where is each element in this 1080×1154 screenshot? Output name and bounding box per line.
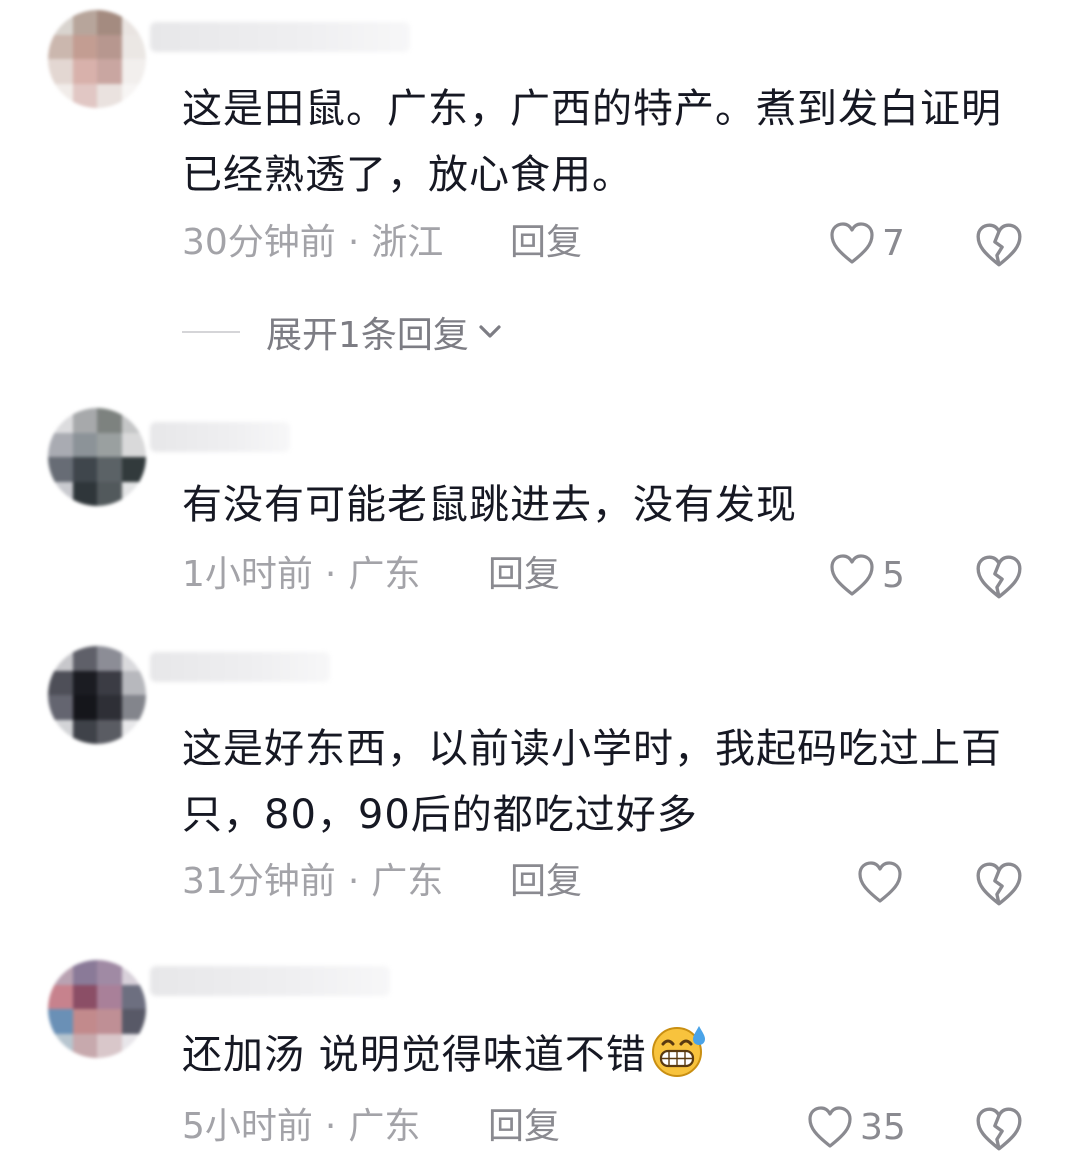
avatar[interactable] <box>48 960 146 1058</box>
meta-separator: · <box>324 554 337 595</box>
username-blurred[interactable] <box>150 966 390 996</box>
like-button[interactable]: 35 <box>806 1102 906 1152</box>
broken-heart-icon[interactable] <box>974 859 1024 909</box>
reply-button[interactable]: 回复 <box>510 218 582 268</box>
meta-separator: · <box>347 222 360 263</box>
comment-text: 有没有可能老鼠跳进去，没有发现 <box>182 482 797 528</box>
avatar[interactable] <box>48 10 146 108</box>
reply-button[interactable]: 回复 <box>510 857 582 907</box>
comment-location: 广东 <box>348 1106 421 1147</box>
comment-meta: 30分钟前 · 浙江 <box>182 218 443 268</box>
chevron-down-icon <box>479 325 501 338</box>
grinning-sweat-emoji-icon <box>651 1026 705 1077</box>
avatar[interactable] <box>48 408 146 506</box>
comment-time: 1小时前 <box>182 554 313 595</box>
meta-separator: · <box>347 861 360 902</box>
username-blurred[interactable] <box>150 652 330 682</box>
like-count: 5 <box>882 554 905 596</box>
comment-time: 30分钟前 <box>182 222 336 263</box>
comment-location: 广东 <box>348 554 421 595</box>
username-blurred[interactable] <box>150 22 410 52</box>
meta-separator: · <box>324 1106 337 1147</box>
heart-icon <box>858 861 902 903</box>
expand-replies-label: 展开1条回复 <box>266 315 469 356</box>
expand-replies-button[interactable]: 展开1条回复 <box>182 308 507 356</box>
like-count: 35 <box>860 1106 906 1148</box>
heart-icon <box>808 1106 852 1148</box>
like-count: 7 <box>882 222 905 264</box>
username-blurred[interactable] <box>150 422 290 452</box>
expand-divider-line <box>182 331 240 333</box>
comment-text-content: 还加汤 说明觉得味道不错 <box>182 1032 647 1078</box>
broken-heart-icon[interactable] <box>974 1104 1024 1154</box>
comment-time: 5小时前 <box>182 1106 313 1147</box>
like-button[interactable]: 5 <box>828 550 905 600</box>
comment-meta: 1小时前 · 广东 <box>182 550 420 600</box>
like-button[interactable] <box>856 857 910 907</box>
comment-text: 这是好东西，以前读小学时，我起码吃过上百只，80，90后的都吃过好多 <box>182 726 1002 838</box>
like-button[interactable]: 7 <box>828 218 905 268</box>
comment-text: 这是田鼠。广东，广西的特产。煮到发白证明已经熟透了，放心食用。 <box>182 86 1002 198</box>
comment-location: 浙江 <box>371 222 444 263</box>
heart-icon <box>830 554 874 596</box>
comment-location: 广东 <box>371 861 444 902</box>
broken-heart-icon[interactable] <box>974 552 1024 602</box>
comment-text: 还加汤 说明觉得味道不错 <box>182 1022 1042 1088</box>
comment-meta: 5小时前 · 广东 <box>182 1102 420 1152</box>
heart-icon <box>830 222 874 264</box>
broken-heart-icon[interactable] <box>974 220 1024 270</box>
comment-time: 31分钟前 <box>182 861 336 902</box>
comment-meta: 31分钟前 · 广东 <box>182 857 443 907</box>
reply-button[interactable]: 回复 <box>488 550 560 600</box>
reply-button[interactable]: 回复 <box>488 1102 560 1152</box>
avatar[interactable] <box>48 646 146 744</box>
